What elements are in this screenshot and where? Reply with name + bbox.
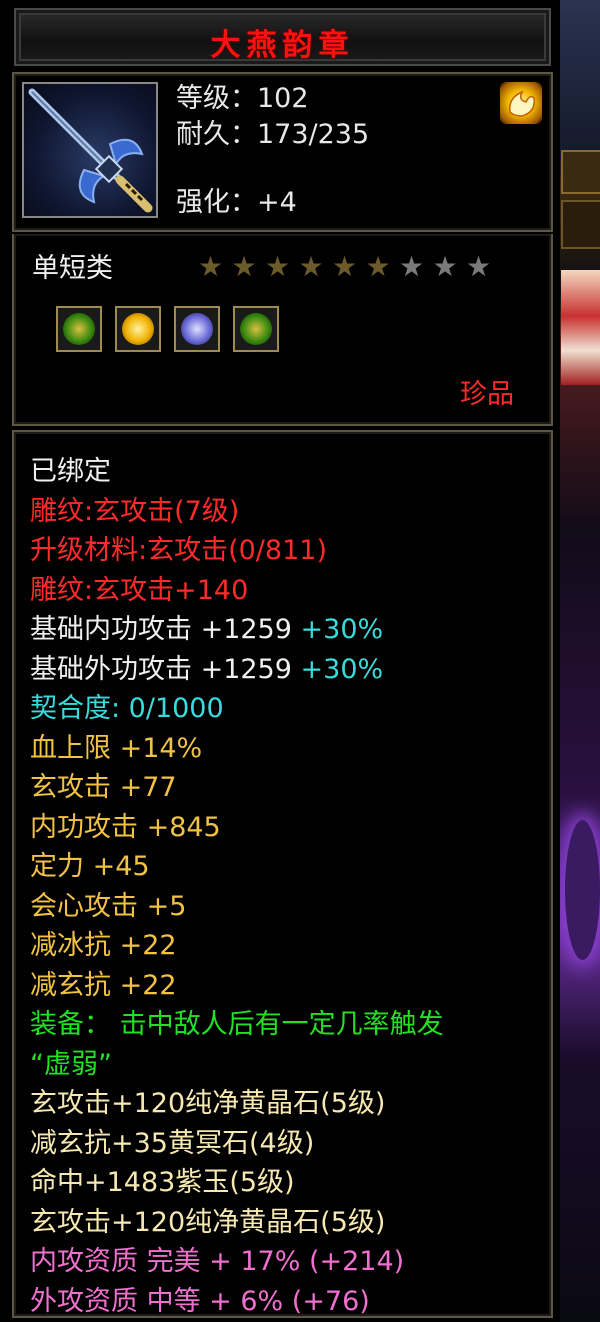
bonus-line: 减玄抗 +22 [30, 969, 177, 1001]
base-outer-attack-label: 基础外功攻击 +1259 [30, 653, 292, 685]
background-glow [565, 820, 600, 960]
item-rarity: 珍品 [460, 379, 514, 410]
base-inner-attack: 基础内功攻击 +1259 +30% [30, 610, 444, 650]
gem-slot-2[interactable] [115, 306, 161, 352]
item-durability: 耐久：173/235 [176, 119, 370, 150]
bonus-line: 玄攻击 +77 [30, 772, 177, 803]
item-tooltip: 大燕韵章 等级：102 耐久：173/235 强化：+4 单短类 ★ ★ ★ ★ ★ ★ ★… [0, 0, 560, 1322]
item-name: 大燕韵章 [210, 28, 355, 63]
flame-badge-icon [500, 82, 542, 124]
star-empty-icon: ★ [399, 250, 425, 283]
item-enhance: 强化：+4 [176, 187, 297, 218]
gem-slot-3[interactable] [174, 306, 220, 352]
star-filled-icon: ★ [298, 250, 324, 283]
star-filled-icon: ★ [332, 250, 358, 283]
yellow-gem-icon [122, 313, 154, 345]
item-level: 等级：102 [176, 83, 309, 114]
sword-icon [22, 82, 158, 218]
bonus-line: 减冰抗 +22 [30, 930, 177, 961]
star-filled-icon: ★ [198, 250, 224, 283]
green-gem-icon [240, 313, 272, 345]
base-outer-attack-pct: +30% [300, 653, 384, 685]
gem-line: 玄攻击+120纯净黄晶石(5级) [30, 1088, 386, 1119]
purple-gem-icon [181, 313, 213, 345]
gem-line: 减玄抗+35黄冥石(4级) [30, 1127, 315, 1159]
bound-status: 已绑定 [30, 456, 111, 487]
carving-bonus: 雕纹:玄攻击+140 [30, 574, 249, 606]
equip-effect: 装备： 击中敌人后有一定几率触发 [30, 1009, 444, 1040]
upgrade-material: 升级材料:玄攻击(0/811) [30, 535, 327, 566]
background-slot [561, 150, 600, 194]
affinity: 契合度: 0/1000 [30, 693, 224, 724]
outer-quality: 外攻资质 中等 + 6% (+76) [30, 1285, 370, 1317]
gem-slot-4[interactable] [233, 306, 279, 352]
attribute-list: 已绑定 雕纹:玄攻击(7级) 升级材料:玄攻击(0/811) 雕纹:玄攻击+14… [30, 452, 444, 1321]
inner-quality: 内攻资质 完美 + 17% (+214) [30, 1246, 405, 1277]
green-gem-icon [63, 313, 95, 345]
base-inner-attack-pct: +30% [300, 614, 384, 645]
base-outer-attack: 基础外功攻击 +1259 +30% [30, 650, 444, 690]
bonus-line: 内功攻击 +845 [30, 811, 221, 843]
game-background [555, 0, 600, 1322]
background-slot [561, 200, 600, 249]
bonus-line: 会心攻击 +5 [30, 890, 187, 922]
star-empty-icon: ★ [432, 250, 458, 283]
gem-line: 玄攻击+120纯净黄晶石(5级) [30, 1206, 386, 1238]
base-inner-attack-label: 基础内功攻击 +1259 [30, 614, 292, 645]
star-filled-icon: ★ [365, 250, 391, 283]
equip-effect-name: “虚弱” [30, 1048, 112, 1080]
star-filled-icon: ★ [231, 250, 257, 283]
gem-slot-1[interactable] [56, 306, 102, 352]
tooltip-title-bar: 大燕韵章 [14, 8, 551, 66]
bonus-line: 血上限 +14% [30, 732, 203, 764]
item-category: 单短类 [32, 253, 113, 284]
star-empty-icon: ★ [466, 250, 492, 283]
bonus-line: 定力 +45 [30, 851, 150, 882]
star-filled-icon: ★ [265, 250, 291, 283]
gem-line: 命中+1483紫玉(5级) [30, 1167, 295, 1198]
carving-level: 雕纹:玄攻击(7级) [30, 495, 240, 527]
background-character [561, 270, 600, 385]
